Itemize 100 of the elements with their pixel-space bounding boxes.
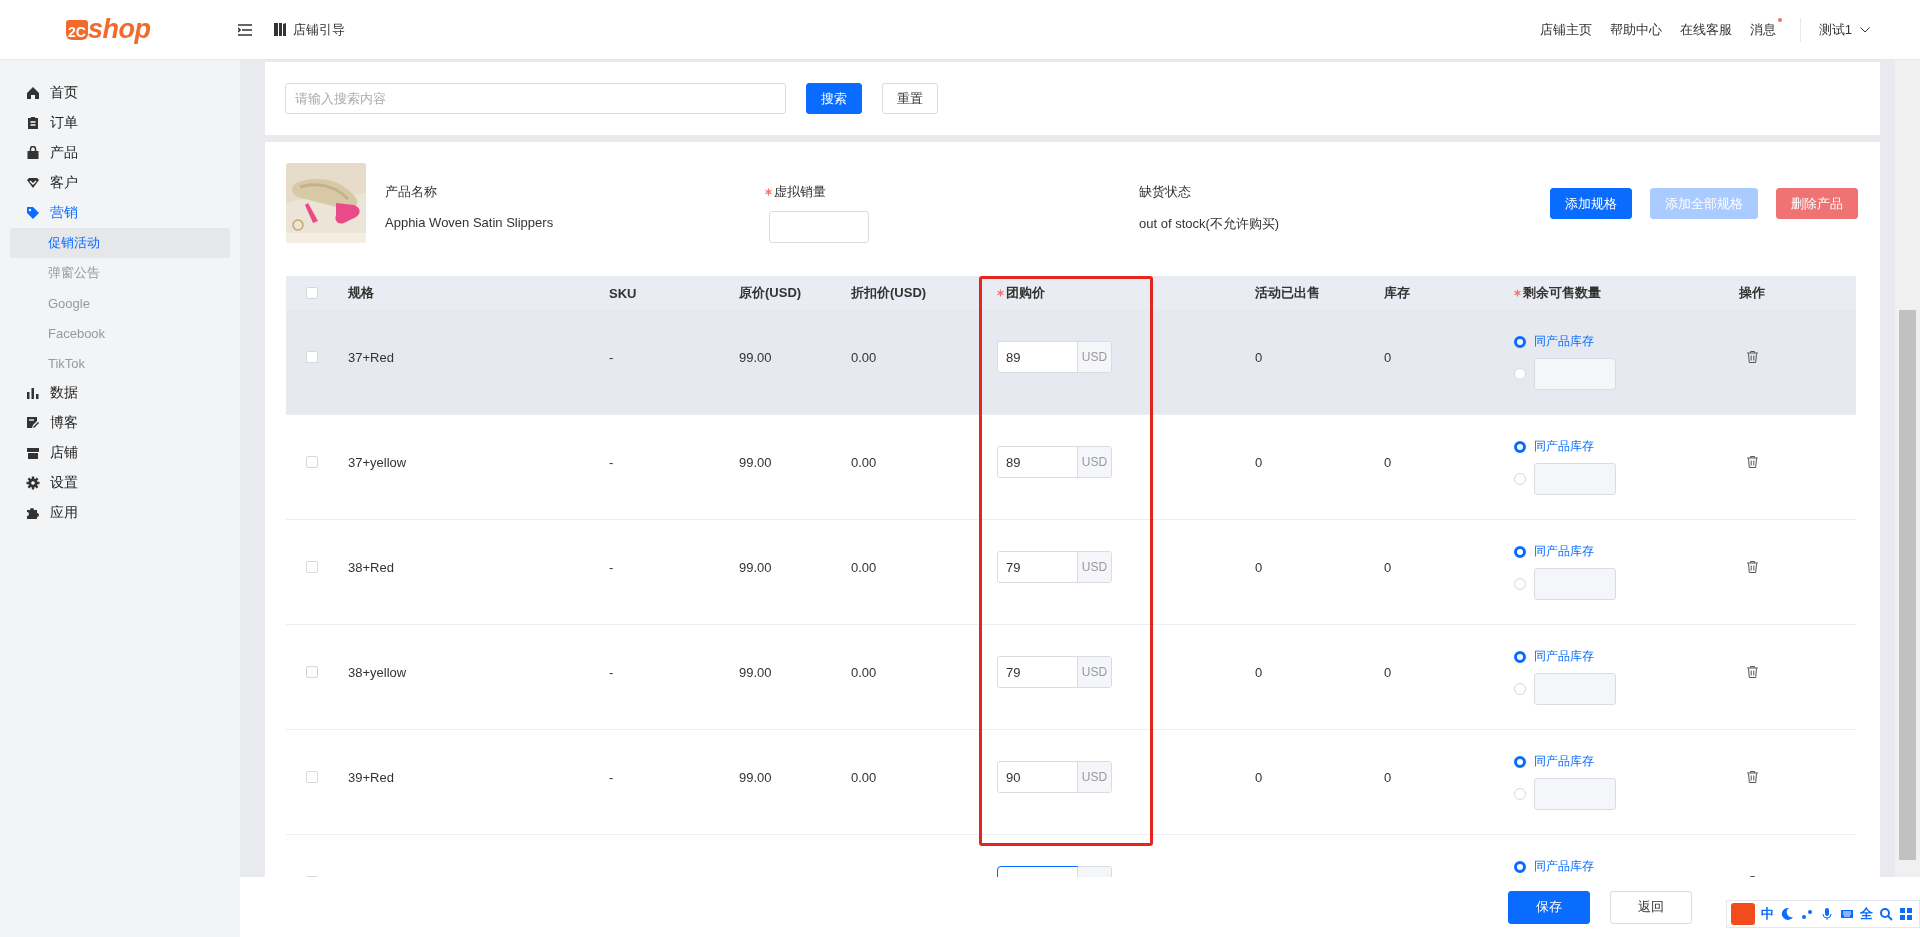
nav-item[interactable]: 客户 (0, 168, 240, 198)
currency-addon: USD (1077, 762, 1111, 792)
table-cell: 99.00 (739, 349, 772, 365)
dot-comma-icon (1800, 907, 1814, 921)
nav-item[interactable]: 博客 (0, 408, 240, 438)
table-cell: 99.00 (739, 559, 772, 575)
sales-input[interactable] (769, 211, 869, 243)
table-cell: - (609, 349, 614, 365)
table-cell: 0 (1384, 454, 1392, 470)
nav-item[interactable]: 产品 (0, 138, 240, 168)
header-link[interactable]: 在线客服 (1679, 16, 1732, 43)
table-cell: 99.00 (739, 454, 772, 470)
ime-label[interactable]: 全 (1860, 905, 1873, 923)
price-input[interactable]: 89 USD (997, 446, 1112, 478)
radio-button[interactable] (1514, 335, 1526, 348)
radio-label[interactable]: 同产品库存 (1534, 858, 1594, 875)
table-cell: 0.00 (851, 664, 877, 680)
keyboard-icon (1840, 907, 1854, 921)
header-link[interactable]: 消息 (1749, 16, 1782, 43)
tag-icon (26, 206, 40, 220)
quantity-input[interactable] (1534, 568, 1616, 600)
radio-label[interactable]: 同产品库存 (1534, 438, 1594, 455)
radio-label[interactable]: 同产品库存 (1534, 333, 1594, 350)
checkbox[interactable] (306, 351, 318, 363)
action-button[interactable]: 重置 (882, 83, 938, 114)
search-icon (1879, 907, 1893, 921)
price-input[interactable]: 79 USD (997, 656, 1112, 688)
required-icon (1514, 289, 1521, 297)
table-cell: 0.00 (851, 559, 877, 575)
table-cell: 0 (1255, 454, 1263, 470)
quantity-input[interactable] (1534, 778, 1616, 810)
product-name: Apphia Woven Satin Slippers (385, 215, 555, 230)
quantity-input[interactable] (1534, 463, 1616, 495)
puzzle-icon (26, 506, 40, 520)
nav-item[interactable]: 订单 (0, 108, 240, 138)
radio-label[interactable]: 同产品库存 (1534, 543, 1594, 560)
field-label: 虚拟销量 (765, 183, 1139, 201)
trash-icon[interactable] (1747, 351, 1758, 363)
nav-item[interactable]: 店铺 (0, 438, 240, 468)
column-header: 规格 (348, 284, 375, 302)
table-cell: 38+yellow (348, 664, 407, 680)
search-field[interactable]: 请输入搜索内容 (285, 83, 786, 114)
moon-icon (1780, 907, 1794, 921)
currency-addon: USD (1077, 552, 1111, 582)
table-cell: 0 (1384, 559, 1392, 575)
ime-label[interactable]: 中 (1761, 905, 1774, 923)
stock-status: out of stock(不允许购买) (1139, 215, 1281, 233)
quantity-input[interactable] (1534, 673, 1616, 705)
nav-item[interactable]: 设置 (0, 468, 240, 498)
column-header: SKU (609, 285, 638, 301)
column-header: 库存 (1384, 284, 1411, 302)
column-header: 操作 (1739, 284, 1766, 302)
checkbox[interactable] (306, 456, 318, 468)
bar-chart-icon (26, 386, 40, 400)
required-icon (997, 289, 1004, 297)
radio-button[interactable] (1514, 545, 1526, 558)
header-link[interactable]: 店铺主页 (1539, 16, 1592, 43)
nav-subitem[interactable]: 促销活动 (10, 228, 230, 258)
checkbox[interactable] (306, 287, 318, 299)
table-cell: 99.00 (739, 664, 772, 680)
scrollbar[interactable] (1895, 60, 1920, 877)
checkbox[interactable] (306, 771, 318, 783)
action-button[interactable]: 返回 (1610, 890, 1692, 924)
price-input[interactable]: 89 USD (997, 341, 1112, 373)
nav-item[interactable]: 首页 (0, 78, 240, 108)
radio-button[interactable] (1514, 440, 1526, 453)
checkbox[interactable] (306, 561, 318, 573)
radio-button[interactable] (1514, 755, 1526, 768)
store-icon (26, 446, 40, 460)
currency-addon: USD (1077, 342, 1111, 372)
trash-icon[interactable] (1747, 771, 1758, 783)
radio-label[interactable]: 同产品库存 (1534, 648, 1594, 665)
trash-icon[interactable] (1747, 561, 1758, 573)
radio-button[interactable] (1514, 650, 1526, 663)
action-button[interactable]: 保存 (1508, 890, 1590, 924)
header-link[interactable]: 帮助中心 (1609, 16, 1662, 43)
ime-logo (1731, 903, 1755, 925)
radio-button[interactable] (1514, 860, 1526, 873)
nav-item[interactable]: 数据 (0, 378, 240, 408)
action-button[interactable]: 搜索 (806, 83, 862, 114)
trash-icon[interactable] (1747, 666, 1758, 678)
nav-item[interactable]: 营销 (0, 198, 240, 228)
nav-item[interactable]: 应用 (0, 498, 240, 528)
user-menu[interactable]: 测试1 (1818, 20, 1852, 39)
microphone-icon (1820, 907, 1834, 921)
guide-link[interactable]: 店铺引导 (293, 20, 345, 39)
price-input[interactable]: 79 USD (997, 551, 1112, 583)
price-input[interactable]: 90 USD (997, 761, 1112, 793)
trash-icon[interactable] (1747, 456, 1758, 468)
table-cell: 0 (1384, 664, 1392, 680)
column-header: 团购价 (997, 284, 1255, 302)
table-cell: 0 (1255, 559, 1263, 575)
checkbox[interactable] (306, 666, 318, 678)
currency-addon: USD (1077, 657, 1111, 687)
radio-label[interactable]: 同产品库存 (1534, 753, 1594, 770)
column-header: 剩余可售数量 (1514, 284, 1739, 302)
action-button[interactable]: 添加规格 (1550, 188, 1632, 219)
diamond-icon (26, 176, 40, 190)
chevron-down-icon (1860, 26, 1870, 33)
quantity-input[interactable] (1534, 358, 1616, 390)
